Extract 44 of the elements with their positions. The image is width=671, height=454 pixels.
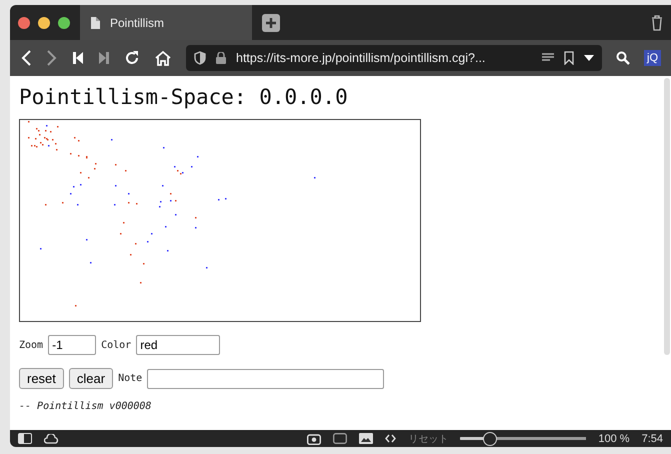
tab-title: Pointillism (110, 16, 164, 30)
dot-canvas-drawing[interactable] (19, 119, 421, 322)
page-heading: Pointillism-Space: 0.0.0.0 (19, 85, 349, 109)
page-button[interactable]: clear (68, 368, 114, 389)
reader-view-icon[interactable] (542, 53, 554, 63)
forward-icon[interactable] (46, 49, 58, 67)
new-tab-icon[interactable] (262, 14, 280, 32)
skip-forward-icon[interactable] (98, 51, 110, 65)
camera-icon[interactable] (307, 432, 322, 444)
scrollbar[interactable] (664, 78, 670, 355)
page-icon (90, 16, 100, 28)
home-icon[interactable] (154, 50, 172, 66)
zoom-percent: 100 % (598, 432, 630, 444)
code-icon[interactable] (385, 434, 396, 443)
lock-icon (216, 52, 226, 64)
extension-button[interactable]: jQ (644, 50, 661, 66)
bookmark-icon[interactable] (564, 51, 574, 65)
search-icon[interactable] (616, 51, 630, 65)
address-bar[interactable]: https://its-more.jp/pointillism/pointillism.cgi?... (186, 45, 602, 71)
cloud-icon[interactable] (44, 434, 59, 444)
maximize-window-icon[interactable] (58, 16, 70, 28)
note-label: Note (118, 373, 142, 384)
image-icon[interactable] (359, 433, 374, 444)
dropdown-caret-icon[interactable] (584, 55, 594, 61)
page-button[interactable]: reset (19, 368, 64, 389)
clock-time: 7:54 (642, 432, 663, 444)
window-icon[interactable] (333, 433, 348, 444)
shield-icon (194, 51, 206, 65)
note-input[interactable] (147, 368, 384, 388)
trash-icon[interactable] (651, 14, 663, 30)
url-text: https://its-more.jp/pointillism/pointillism.cgi?... (236, 51, 486, 65)
back-icon[interactable] (20, 49, 32, 67)
version-footer: -- Pointillism v000008 (19, 401, 655, 412)
reload-icon[interactable] (124, 50, 140, 66)
color-input[interactable]: red (136, 335, 220, 355)
zoom-input[interactable]: -1 (48, 335, 96, 355)
minimize-window-icon[interactable] (38, 16, 50, 28)
color-label: Color (101, 340, 132, 350)
browser-tab[interactable]: Pointillism (80, 5, 252, 40)
sidebar-icon[interactable] (18, 433, 32, 444)
skip-back-icon[interactable] (72, 51, 84, 65)
zoom-label: Zoom (19, 340, 44, 350)
reset-zoom-link[interactable]: リセット (408, 432, 448, 446)
close-window-icon[interactable] (18, 16, 30, 28)
